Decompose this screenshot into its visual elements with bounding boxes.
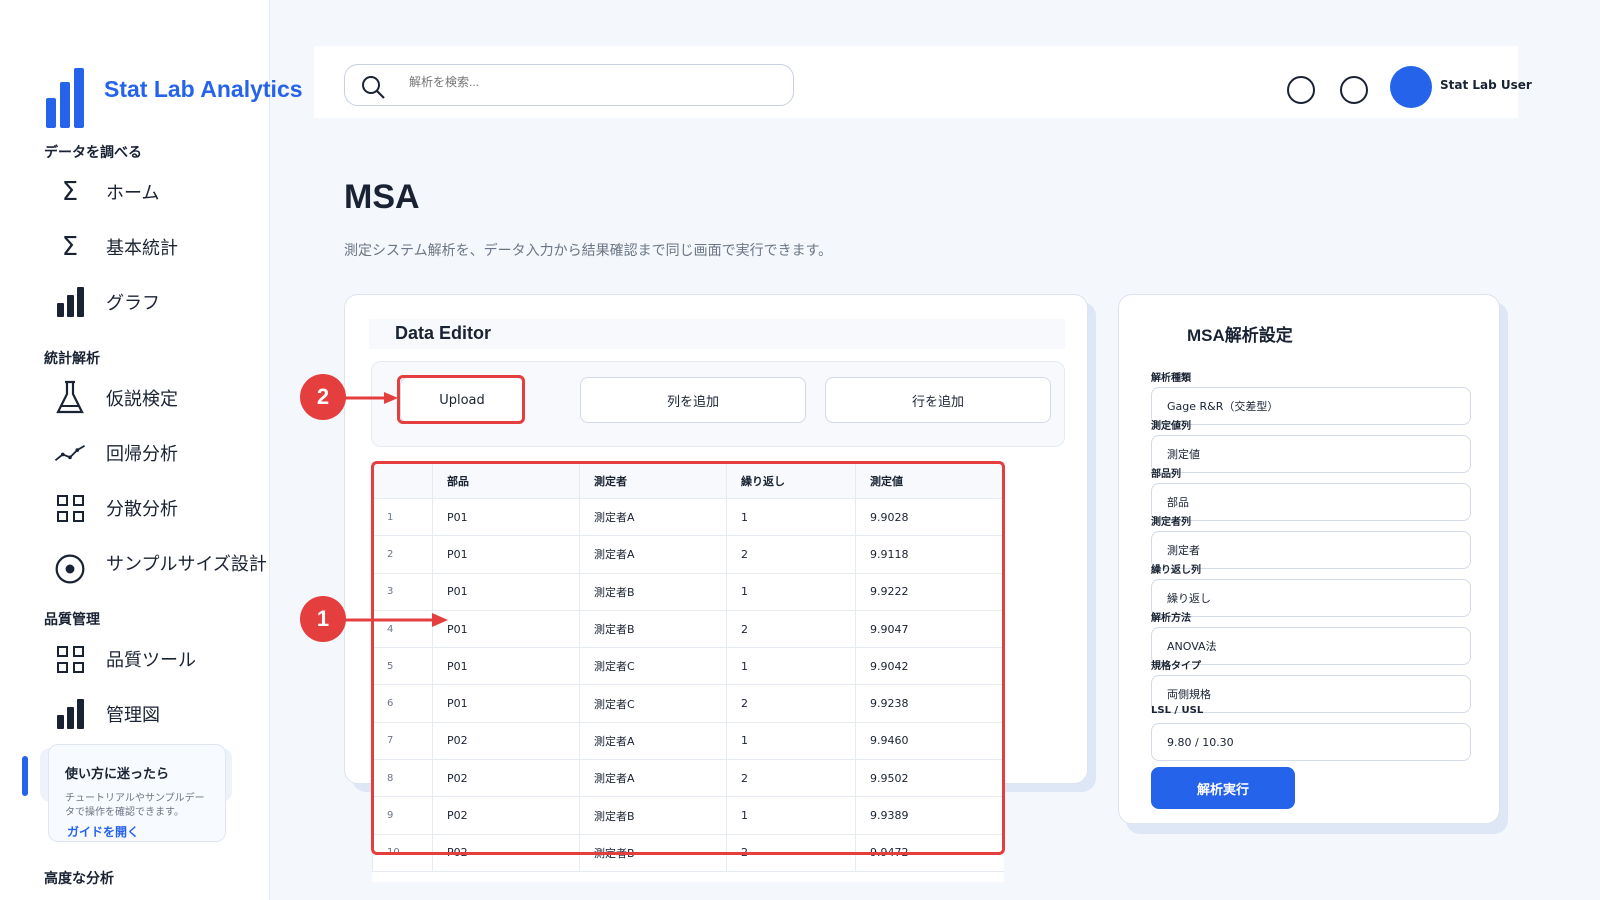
avatar[interactable] [1390, 66, 1432, 108]
search-box[interactable] [344, 64, 794, 106]
analysis-type-select[interactable]: Gage R&R（交差型） [1151, 387, 1471, 425]
field-label: 測定者列 [1151, 517, 1191, 528]
sidebar-item-sample-size[interactable]: サンプルサイズ設計 [54, 541, 274, 585]
spec-limits-input[interactable]: 9.80 / 10.30 [1151, 723, 1471, 761]
sidebar-item-home[interactable]: Σ ホーム [54, 170, 274, 214]
grid-icon [54, 643, 86, 675]
target-icon [54, 547, 86, 584]
add-row-button[interactable]: 行を追加 [825, 377, 1051, 423]
search-input[interactable] [409, 75, 769, 89]
section-title-explore: データを調べる [44, 145, 142, 161]
sidebar-item-control-chart[interactable]: 管理図 [54, 692, 274, 736]
section-title-quality: 品質管理 [44, 612, 100, 628]
settings-icon[interactable] [1340, 76, 1368, 104]
help-text: チュートリアルやサンプルデータで操作を確認できます。 [65, 793, 205, 818]
flask-icon [54, 380, 86, 414]
measurement-column-select[interactable]: 測定値 [1151, 435, 1471, 473]
sidebar-item-label: 仮説検定 [106, 389, 178, 410]
sidebar-item-label: 管理図 [106, 705, 160, 726]
bar-chart-logo-icon [46, 64, 84, 128]
sidebar-item-quality-tools[interactable]: 品質ツール [54, 637, 274, 681]
sidebar-item-graph[interactable]: グラフ [54, 280, 274, 324]
app-title: Stat Lab Analytics [104, 76, 303, 102]
active-indicator [22, 756, 28, 796]
field-label: 繰り返し列 [1151, 565, 1201, 576]
data-editor-header: Data Editor [369, 319, 1065, 349]
section-title-statistics: 統計解析 [44, 351, 100, 367]
sigma-icon: Σ [61, 177, 79, 207]
sidebar-item-basic-stats[interactable]: Σ 基本統計 [54, 225, 274, 269]
field-label: 規格タイプ [1151, 661, 1201, 672]
sidebar: Stat Lab Analytics データを調べる Σ ホーム Σ 基本統計 … [0, 0, 303, 900]
field-label: 解析方法 [1151, 613, 1191, 624]
search-icon [362, 76, 385, 99]
notification-icon[interactable] [1287, 76, 1315, 104]
grid-icon [54, 492, 86, 524]
upload-highlight-box [397, 375, 525, 424]
field-label: 解析種類 [1151, 373, 1191, 384]
field-label: 測定値列 [1151, 421, 1191, 432]
part-column-select[interactable]: 部品 [1151, 483, 1471, 521]
sidebar-item-hypothesis[interactable]: 仮説検定 [54, 376, 274, 420]
table-highlight-box [371, 461, 1005, 855]
section-title-advanced: 高度な分析 [44, 871, 114, 887]
sidebar-item-label: グラフ [106, 293, 160, 314]
help-title: 使い方に迷ったら [65, 767, 170, 782]
page-title: MSA [344, 178, 420, 216]
field-label: 部品列 [1151, 469, 1181, 480]
page-description: 測定システム解析を、データ入力から結果確認まで同じ画面で実行できます。 [344, 243, 833, 259]
trend-line-icon [54, 437, 86, 469]
sidebar-item-label: サンプルサイズ設計 [106, 554, 267, 575]
msa-settings-card: MSA解析設定 解析種類 Gage R&R（交差型） 測定値列 測定値 部品列 … [1118, 294, 1500, 824]
user-name: Stat Lab User [1440, 78, 1532, 92]
bar-chart-icon [54, 698, 86, 730]
sidebar-item-label: 分散分析 [106, 499, 178, 520]
field-label: LSL / USL [1151, 705, 1204, 716]
annotation-marker-2: 2 [300, 374, 346, 420]
repeat-column-select[interactable]: 繰り返し [1151, 579, 1471, 617]
sidebar-item-label: 回帰分析 [106, 444, 178, 465]
help-card: 使い方に迷ったら チュートリアルやサンプルデータで操作を確認できます。 ガイドを… [48, 744, 226, 842]
sidebar-item-regression[interactable]: 回帰分析 [54, 431, 274, 475]
annotation-marker-1: 1 [300, 596, 346, 642]
guide-link[interactable]: ガイドを開く [67, 823, 139, 840]
sidebar-item-anova[interactable]: 分散分析 [54, 486, 274, 530]
sidebar-item-label: 品質ツール [106, 650, 196, 671]
add-column-button[interactable]: 列を追加 [580, 377, 806, 423]
settings-title: MSA解析設定 [1187, 326, 1293, 345]
top-bar: Stat Lab User [314, 46, 1532, 118]
sigma-icon: Σ [61, 232, 79, 262]
sidebar-item-label: ホーム [106, 183, 160, 204]
app-logo[interactable]: Stat Lab Analytics [46, 64, 303, 128]
bar-chart-icon [54, 286, 86, 318]
run-analysis-button[interactable]: 解析実行 [1151, 767, 1295, 809]
sidebar-item-label: 基本統計 [106, 238, 178, 259]
data-editor-title: Data Editor [395, 323, 492, 343]
